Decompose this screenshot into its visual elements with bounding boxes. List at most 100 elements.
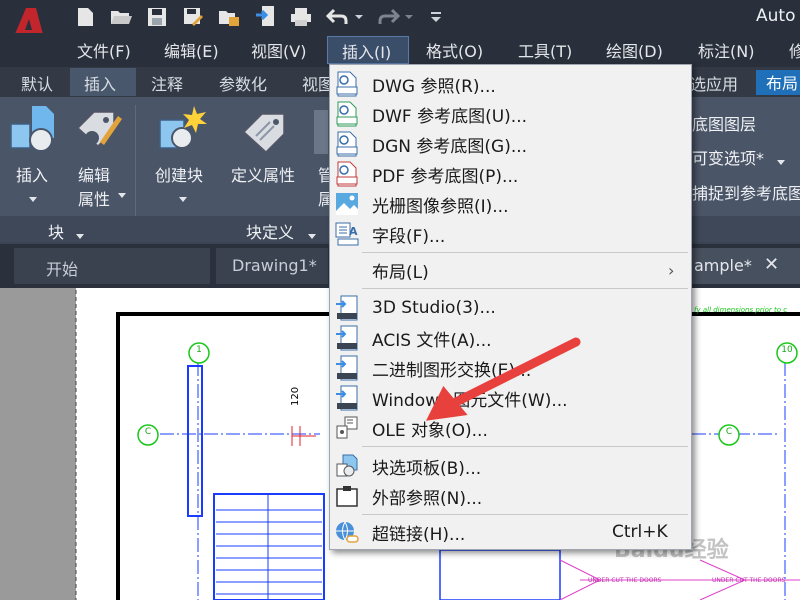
open-folder-icon[interactable] [108,5,134,29]
new-file-icon[interactable] [72,5,98,29]
tab-featured-apps[interactable]: 选应用 [690,71,738,95]
define-attribute-label[interactable]: 定义属性 [231,162,295,186]
redo-icon[interactable] [376,5,402,29]
ole-icon [334,415,360,441]
edit-attr-dropdown-icon[interactable] [117,184,127,203]
menu-item-raster-image[interactable]: 光栅图像参照(I)... [332,190,688,218]
menu-item-label: 超链接(H)... [372,524,466,545]
submenu-arrow-icon: › [668,260,675,280]
menu-draw[interactable]: 绘图(D) [606,38,663,62]
menu-item-block-palette[interactable]: 块选项板(B)... [332,452,688,480]
menu-item-dwf-underlay[interactable]: DWF 参考底图(U)... [332,100,688,128]
grid-bubble-c-right-label: C [725,427,733,437]
menu-edit[interactable]: 编辑(E) [164,38,219,62]
menu-item-dwg-reference[interactable]: DWG 参照(R)... [332,70,688,98]
print-icon[interactable] [288,5,314,29]
menu-view[interactable]: 视图(V) [251,38,306,62]
save-icon[interactable] [144,5,170,29]
menu-item-pdf-underlay[interactable]: PDF 参考底图(P)... [332,160,688,188]
undo-dropdown-icon[interactable] [352,5,366,29]
tab-layout[interactable]: 布局 [756,70,800,95]
xbin-icon [334,355,360,381]
menu-item-label: DWF 参考底图(U)... [372,106,528,127]
menu-tools[interactable]: 工具(T) [518,38,572,62]
menu-modify[interactable]: 修 [789,38,800,62]
menu-format[interactable]: 格式(O) [426,38,483,62]
tab-parametric[interactable]: 参数化 [219,71,267,95]
doc-tab-sample[interactable]: ample* ✕ [692,248,800,284]
doc-tab-drawing1[interactable]: Drawing1* [216,248,328,284]
raster-image-icon [334,191,360,217]
doc-tab-start[interactable]: 开始 [14,248,210,284]
manage-attr-icon[interactable] [314,110,328,154]
panel-title-block-definition[interactable]: 块定义 [246,219,294,243]
redo-dropdown-icon[interactable] [402,5,416,29]
export-icon[interactable] [252,5,278,29]
app-title: Auto [756,6,796,26]
menu-item-field[interactable]: A 字段(F)... [332,220,688,248]
menu-item-hyperlink[interactable]: 超链接(H)... Ctrl+K [332,518,688,546]
door-note-1: UNDER CUT THE DOORS [588,577,662,584]
options-dropdown-icon[interactable] [776,151,786,170]
create-block-label[interactable]: 创建块 [155,162,203,186]
menu-item-label: 布局(L) [372,262,429,283]
tab-default[interactable]: 默认 [21,71,53,95]
menu-item-label: 3D Studio(3)... [372,298,496,318]
menu-insert[interactable]: 插入(I) [327,36,409,64]
menu-item-layout[interactable]: 布局(L) › [332,256,688,284]
menu-item-label: 块选项板(B)... [372,458,482,479]
save-as-icon[interactable] [180,5,206,29]
hyperlink-shortcut: Ctrl+K [612,522,668,542]
create-block-dropdown-icon[interactable] [178,188,188,207]
3ds-icon [334,295,360,321]
underlay-layers-button[interactable]: 底图图层 [692,111,756,135]
doc-tab-start-label: 开始 [46,260,79,279]
menu-dimension[interactable]: 标注(N) [698,38,754,62]
menu-separator [362,446,688,447]
menu-item-label: 光栅图像参照(I)... [372,196,509,217]
adjust-options-button[interactable]: 可变选项* [692,145,764,169]
menu-item-label: PDF 参考底图(P)... [372,166,519,187]
panel-block-def-dropdown-icon[interactable] [307,225,317,244]
menu-item-xref[interactable]: 外部参照(N)... [332,482,688,510]
dwf-icon [334,101,360,127]
menu-separator [362,288,688,289]
edit-attr-label-2[interactable]: 属性 [78,186,110,210]
hyperlink-icon [334,519,360,545]
grid-bubble-c-left-label: C [144,427,152,437]
panel-block-dropdown-icon[interactable] [75,225,85,244]
grid-bubble-1-label: 1 [196,345,202,355]
menu-separator [362,252,688,253]
svg-text:A: A [349,225,358,238]
grid-bubble-10-label: 10 [781,345,793,355]
create-block-icon[interactable] [156,104,210,156]
panel-title-block[interactable]: 块 [48,219,64,243]
define-attribute-icon[interactable] [240,106,292,158]
close-tab-icon[interactable]: ✕ [764,254,779,275]
menu-item-label: DWG 参照(R)... [372,76,496,97]
drawing-note: fy all dimensions prior to c [694,306,788,314]
field-icon: A [334,221,360,247]
insert-block-icon[interactable] [8,104,60,156]
menu-item-dgn-underlay[interactable]: DGN 参考底图(G)... [332,130,688,158]
customize-icon[interactable] [426,5,446,29]
dwg-icon [334,71,360,97]
tab-insert[interactable]: 插入 [70,68,136,96]
dgn-icon [334,131,360,157]
door-note-2: UNDER CUT THE DOORS [712,577,786,584]
undo-icon[interactable] [324,5,350,29]
edit-attribute-icon[interactable] [72,104,124,156]
pdf-icon [334,161,360,187]
tab-annotate[interactable]: 注释 [151,71,183,95]
insert-dropdown-icon[interactable] [28,188,38,207]
open-web-icon[interactable] [216,5,242,29]
acis-icon [334,325,360,351]
snap-to-underlay-button[interactable]: 捕捉到参考底图 [692,180,800,204]
menu-file[interactable]: 文件(F) [77,38,131,62]
block-palette-icon [334,453,360,479]
menu-item-3d-studio[interactable]: 3D Studio(3)... [332,294,688,322]
insert-label[interactable]: 插入 [16,162,48,186]
edit-attr-label-1[interactable]: 编辑 [78,162,110,186]
menu-item-label: DGN 参考底图(G)... [372,136,528,157]
dimension-120: 120 [290,386,301,406]
